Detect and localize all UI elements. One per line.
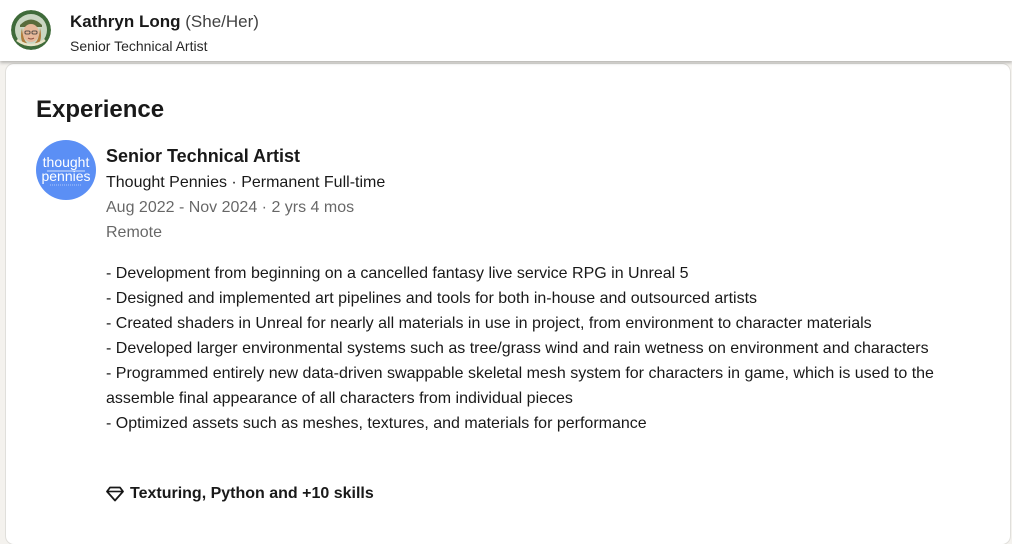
job-description: - Development from beginning on a cancel… <box>106 261 986 436</box>
avatar-image <box>11 10 51 50</box>
experience-card: Experience thought pennies Senior Techni… <box>6 64 1010 544</box>
profile-top-bar: Kathryn Long (She/Her) Senior Technical … <box>0 0 1012 61</box>
role-title: Senior Technical Artist <box>106 146 301 166</box>
logo-text-bottom: pennies <box>41 168 90 184</box>
employment-dates: Aug 2022 - Nov 2024 · 2 yrs 4 mos <box>106 199 355 216</box>
thought-pennies-logo: thought pennies <box>36 140 96 200</box>
company-logo[interactable]: thought pennies <box>36 140 96 200</box>
section-title: Experience <box>36 96 165 123</box>
diamond-icon <box>106 486 124 502</box>
description-line: - Created shaders in Unreal for nearly a… <box>106 315 872 332</box>
company-employment-type: Thought Pennies · Permanent Full-time <box>106 174 386 191</box>
description-line: - Development from beginning on a cancel… <box>106 265 689 282</box>
profile-name[interactable]: Kathryn Long <box>70 12 181 31</box>
job-location: Remote <box>106 224 163 241</box>
profile-avatar[interactable] <box>11 10 51 50</box>
description-line: - Optimized assets such as meshes, textu… <box>106 415 647 432</box>
description-line: - Programmed entirely new data-driven sw… <box>106 365 934 407</box>
profile-pronouns: (She/Her) <box>185 12 259 31</box>
skills-label[interactable]: Texturing, Python and +10 skills <box>130 485 374 503</box>
profile-name-line: Kathryn Long (She/Her) <box>70 12 259 32</box>
profile-headline: Senior Technical Artist <box>70 38 208 54</box>
skills-link[interactable]: Texturing, Python and +10 skills <box>106 483 374 505</box>
description-line: - Developed larger environmental systems… <box>106 340 929 357</box>
description-line: - Designed and implemented art pipelines… <box>106 290 758 307</box>
